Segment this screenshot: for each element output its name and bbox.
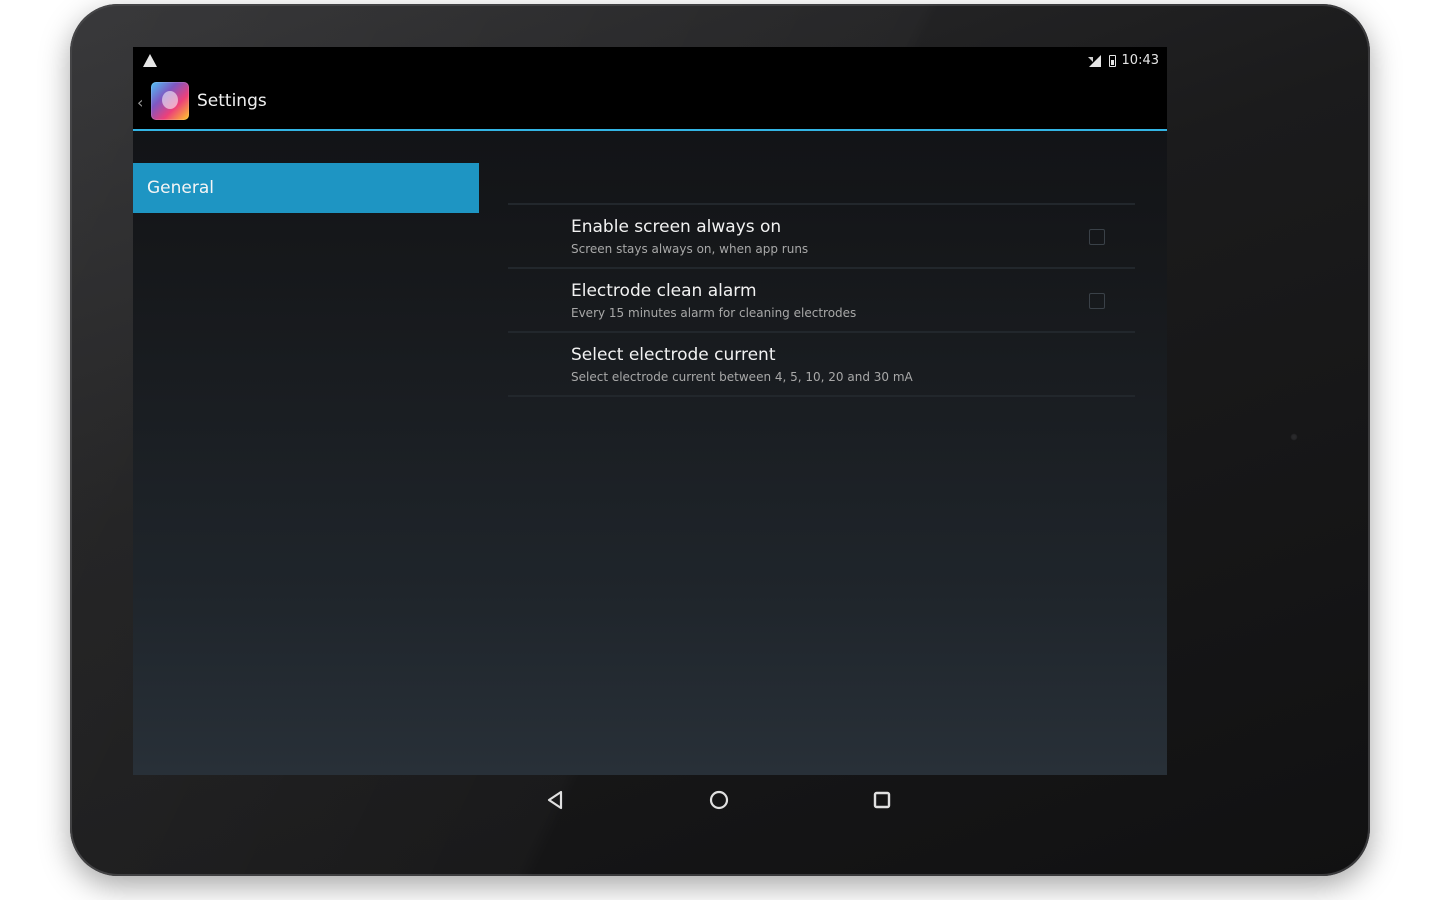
preference-list: Enable screen always on Screen stays alw… xyxy=(508,203,1135,397)
header-item-label: General xyxy=(147,178,214,198)
status-bar: 10:43 xyxy=(133,47,1167,77)
app-logo-icon[interactable] xyxy=(151,82,189,120)
home-icon[interactable] xyxy=(706,787,732,813)
pref-select-electrode-current[interactable]: Select electrode current Select electrod… xyxy=(508,333,1135,397)
pref-summary: Screen stays always on, when app runs xyxy=(571,242,809,256)
action-bar: ‹ Settings xyxy=(133,77,1167,131)
pref-screen-always-on[interactable]: Enable screen always on Screen stays alw… xyxy=(508,205,1135,269)
navigation-bar xyxy=(133,775,1167,825)
device-screen: 10:43 ‹ Settings General Enable screen a… xyxy=(133,47,1167,775)
screen-always-on-checkbox[interactable] xyxy=(1089,229,1105,245)
recents-icon[interactable] xyxy=(869,787,895,813)
battery-icon xyxy=(1108,54,1116,67)
signal-icon xyxy=(1087,54,1101,67)
pref-title: Electrode clean alarm xyxy=(571,281,757,301)
pref-electrode-clean-alarm[interactable]: Electrode clean alarm Every 15 minutes a… xyxy=(508,269,1135,333)
pref-summary: Select electrode current between 4, 5, 1… xyxy=(571,370,913,384)
status-right-group: 10:43 xyxy=(1087,53,1159,68)
preference-headers: General xyxy=(133,163,479,213)
warning-icon xyxy=(143,54,157,67)
stage: 10:43 ‹ Settings General Enable screen a… xyxy=(0,0,1440,900)
pref-title: Select electrode current xyxy=(571,345,776,365)
chevron-left-icon[interactable]: ‹ xyxy=(137,95,149,111)
pref-title: Enable screen always on xyxy=(571,217,782,237)
electrode-clean-alarm-checkbox[interactable] xyxy=(1089,293,1105,309)
light-sensor xyxy=(1290,433,1298,441)
pref-summary: Every 15 minutes alarm for cleaning elec… xyxy=(571,306,857,320)
header-item-general[interactable]: General xyxy=(133,163,479,213)
status-time: 10:43 xyxy=(1121,53,1159,68)
back-icon[interactable] xyxy=(543,787,569,813)
page-title: Settings xyxy=(197,91,267,111)
